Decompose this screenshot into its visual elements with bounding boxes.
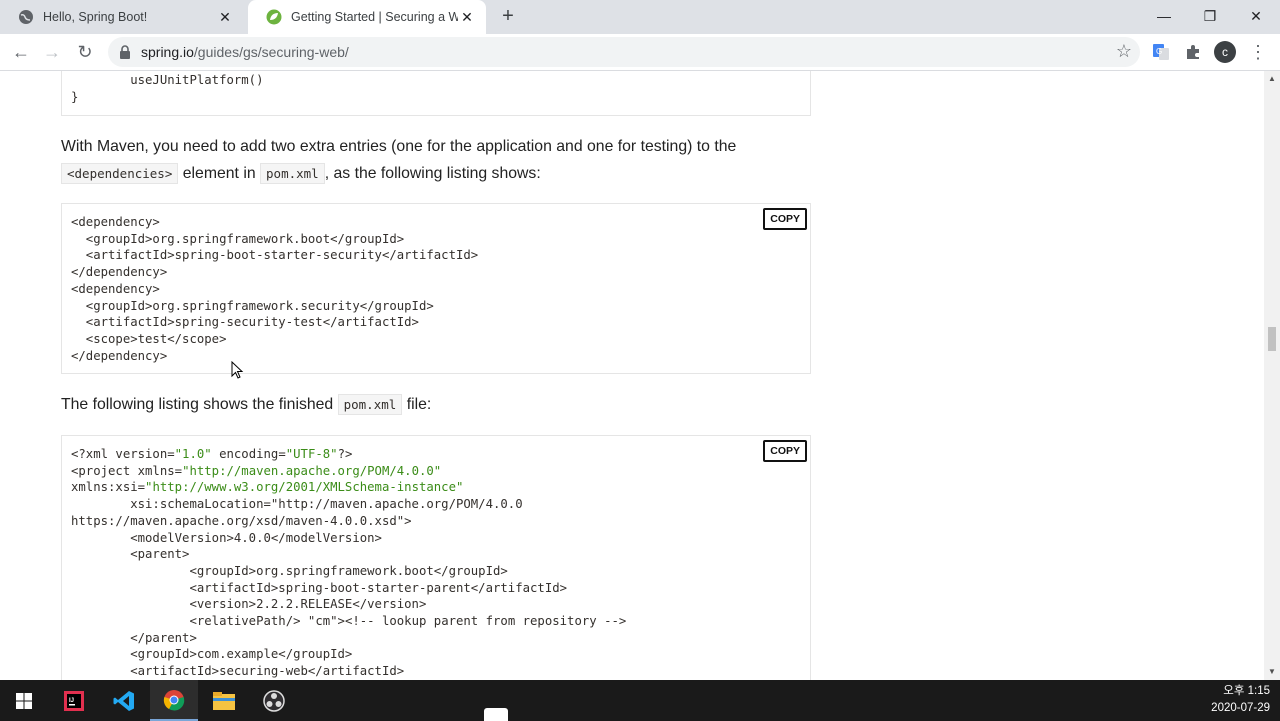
windows-start-icon[interactable] [0, 680, 48, 721]
code-line: <artifactId>spring-boot-starter-parent</… [71, 580, 568, 595]
system-clock[interactable]: 오후 1:15 2020-07-29 [1211, 683, 1270, 717]
google-translate-icon[interactable]: G [1149, 40, 1173, 64]
code-line: </dependency> [71, 265, 168, 280]
code-line: <?xml version="1.0" encoding="UTF-8"?> [71, 447, 353, 461]
code-line: </dependency> [71, 348, 168, 363]
code-line: <version>2.2.2.RELEASE</version> [71, 597, 427, 612]
code-line: <groupId>com.example</groupId> [71, 647, 353, 662]
extensions-puzzle-icon[interactable] [1181, 40, 1205, 64]
restore-button[interactable]: ❐ [1187, 0, 1233, 32]
scroll-up-arrow-icon[interactable]: ▲ [1268, 74, 1276, 83]
code-line: <artifactId>securing-web</artifactId> [71, 664, 405, 679]
spring-leaf-icon [266, 9, 282, 25]
code-line: <relativePath/> "cm"><!-- lookup parent … [71, 614, 627, 629]
code-line: <dependency> [71, 215, 160, 229]
code-line: <artifactId>spring-security-test</artifa… [71, 315, 419, 330]
scrollbar-thumb[interactable] [1268, 327, 1276, 351]
minimize-button[interactable]: — [1141, 0, 1187, 32]
code-line: } [71, 89, 79, 104]
google-translate-popup-icon[interactable] [484, 708, 508, 721]
code-line: <modelVersion>4.0.0</modelVersion> [71, 530, 382, 545]
page-content: useJUnitPlatform()} With Maven, you need… [0, 71, 1264, 680]
code-line: https://maven.apache.org/xsd/maven-4.0.0… [71, 513, 412, 528]
new-tab-button[interactable]: + [497, 6, 519, 28]
code-line: xmlns:xsi="http://www.w3.org/2001/XMLSch… [71, 480, 464, 495]
pom-code-block: <?xml version="1.0" encoding="UTF-8"?> <p… [61, 435, 811, 680]
finished-paragraph: The following listing shows the finished… [61, 394, 432, 415]
lock-icon[interactable] [119, 45, 131, 64]
code-line: <parent> [71, 547, 190, 562]
copy-button[interactable]: COPY [763, 208, 807, 230]
tab-strip: Hello, Spring Boot! ✕ Getting Started | … [0, 0, 1280, 34]
tab-hello-spring-boot[interactable]: Hello, Spring Boot! ✕ [0, 0, 244, 34]
chrome-menu-icon[interactable]: ⋮ [1248, 40, 1268, 64]
vscode-icon[interactable] [100, 680, 148, 721]
scroll-down-arrow-icon[interactable]: ▼ [1268, 667, 1276, 676]
obs-icon[interactable] [250, 680, 298, 721]
svg-text:IJ: IJ [69, 698, 74, 704]
address-bar[interactable]: spring.io/guides/gs/securing-web/ ☆ [108, 37, 1140, 67]
windows-taskbar: IJ 오후 1:15 2020-07-29 [0, 680, 1280, 721]
url-text: spring.io/guides/gs/securing-web/ [141, 44, 349, 60]
code-line: </parent> [71, 630, 197, 645]
svg-text:G: G [1156, 47, 1162, 56]
copy-button[interactable]: COPY [763, 440, 807, 462]
mouse-cursor-icon [231, 361, 244, 379]
code-line: useJUnitPlatform() [71, 73, 264, 87]
profile-avatar[interactable]: c [1214, 41, 1236, 63]
back-button[interactable]: ← [7, 38, 35, 66]
code-line: <groupId>org.springframework.boot</group… [71, 563, 508, 578]
page-scrollbar[interactable]: ▲ ▼ [1264, 71, 1280, 680]
inline-code-pom: pom.xml [260, 163, 325, 184]
code-line: <artifactId>spring-boot-starter-security… [71, 248, 479, 263]
close-window-button[interactable]: ✕ [1233, 0, 1279, 32]
code-line: <project xmlns="http://maven.apache.org/… [71, 463, 442, 478]
forward-button[interactable]: → [38, 38, 66, 66]
chrome-icon[interactable] [150, 680, 198, 721]
browser-toolbar: ← → ↻ spring.io/guides/gs/securing-web/ … [0, 34, 1280, 71]
code-line: xsi:schemaLocation="http://maven.apache.… [71, 497, 523, 512]
code-line: <dependency> [71, 281, 160, 296]
tab-title: Getting Started | Securing a Web [291, 10, 458, 24]
code-line: <groupId>org.springframework.security</g… [71, 298, 434, 313]
maven-paragraph: With Maven, you need to add two extra en… [61, 138, 737, 184]
code-line: <groupId>org.springframework.boot</group… [71, 231, 405, 246]
globe-icon [18, 9, 34, 25]
reload-button[interactable]: ↻ [71, 38, 99, 66]
tab-title: Hello, Spring Boot! [43, 10, 148, 24]
inline-code-dependencies: <dependencies> [61, 163, 179, 184]
inline-code-pom: pom.xml [337, 394, 403, 415]
gradle-code-block: useJUnitPlatform()} [61, 71, 811, 116]
code-text: <?xml version="1.0" encoding="UTF-8"?> <p… [62, 436, 810, 680]
dependencies-code-block: <dependency> <groupId>org.springframewor… [61, 203, 811, 374]
code-line: <scope>test</scope> [71, 331, 227, 346]
bookmark-star-icon[interactable]: ☆ [1116, 41, 1132, 62]
close-tab-icon[interactable]: ✕ [458, 8, 476, 26]
code-text: useJUnitPlatform()} [62, 71, 810, 105]
close-tab-icon[interactable]: ✕ [216, 8, 234, 26]
tab-securing-web[interactable]: Getting Started | Securing a Web ✕ [248, 0, 486, 34]
intellij-icon[interactable]: IJ [50, 680, 98, 721]
code-text: <dependency> <groupId>org.springframewor… [62, 204, 810, 364]
file-explorer-icon[interactable] [200, 680, 248, 721]
